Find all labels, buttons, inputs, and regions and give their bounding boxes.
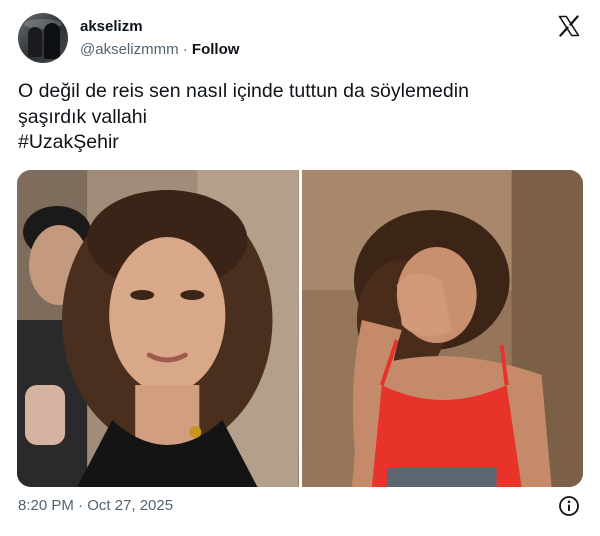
tweet-hashtag: #UzakŞehir [18, 131, 119, 153]
media-grid [17, 170, 583, 487]
photo-left-illustration [17, 170, 299, 487]
photo-right-illustration [301, 170, 583, 487]
media-photo-left[interactable] [17, 170, 299, 487]
tweet-text: O değil de reis sen nasıl içinde tuttun … [18, 79, 578, 156]
tweet-timestamp[interactable]: 8:20 PM · Oct 27, 2025 [18, 497, 173, 514]
tweet-line-1: O değil de reis sen nasıl içinde tuttun … [18, 80, 469, 102]
user-handle[interactable]: @akselizmmm [80, 41, 179, 58]
avatar-figure-left [28, 27, 42, 57]
tweet-line-2: şaşırdık vallahi [18, 105, 147, 128]
avatar[interactable] [18, 13, 68, 63]
display-name[interactable]: akselizm [80, 18, 143, 35]
x-logo-icon[interactable] [557, 14, 581, 38]
follow-button[interactable]: Follow [192, 41, 240, 58]
info-icon[interactable] [558, 495, 580, 517]
handle-row: @akselizmmm · Follow [80, 41, 239, 58]
handle-separator: · [182, 41, 188, 58]
avatar-figure-right [44, 23, 60, 59]
media-photo-right[interactable] [301, 170, 583, 487]
